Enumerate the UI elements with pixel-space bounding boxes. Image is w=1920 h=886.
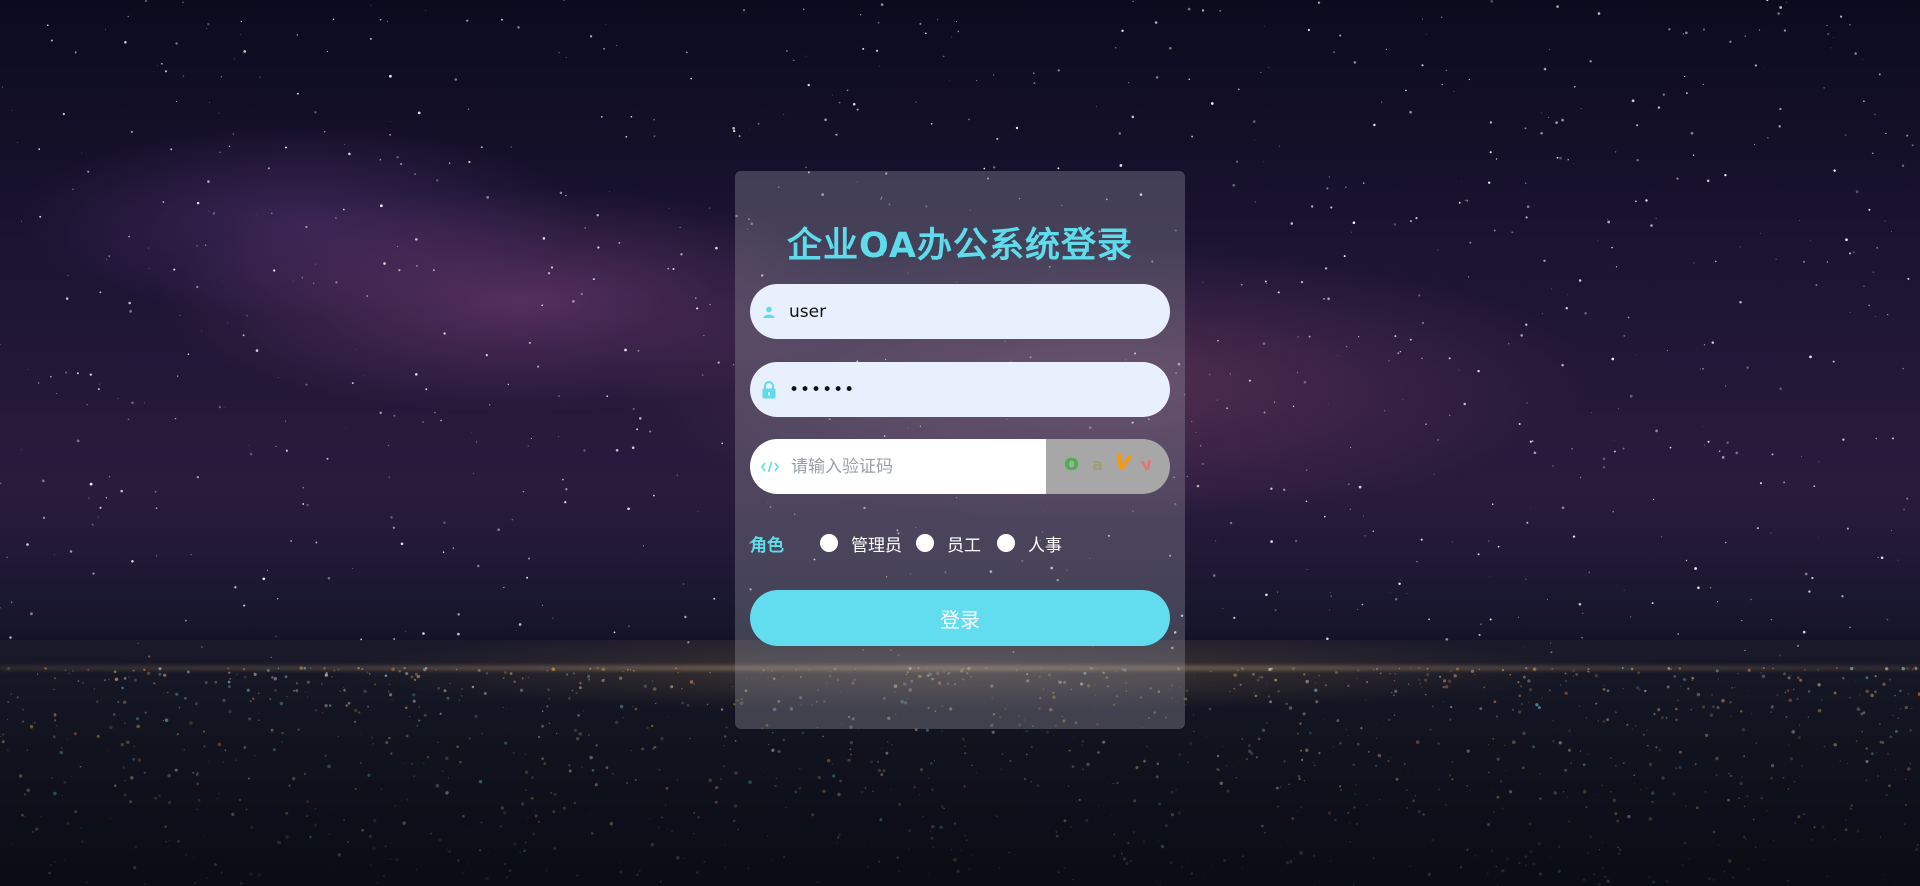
role-option-employee[interactable]: 员工 — [916, 531, 981, 556]
role-label: 角色 — [750, 535, 784, 556]
role-option-label: 员工 — [947, 535, 981, 556]
captcha-field[interactable] — [750, 439, 1046, 494]
captcha-row: o a V v — [750, 439, 1170, 494]
captcha-input[interactable] — [791, 456, 1031, 477]
captcha-image[interactable]: o a V v — [1046, 439, 1170, 494]
radio-button[interactable] — [916, 534, 934, 552]
captcha-char: o — [1064, 451, 1080, 476]
role-option-label: 人事 — [1028, 535, 1062, 556]
page-title: 企业OA办公系统登录 — [787, 226, 1133, 266]
user-icon — [761, 304, 777, 320]
role-option-hr[interactable]: 人事 — [997, 531, 1062, 556]
captcha-char: v — [1139, 454, 1154, 476]
radio-button[interactable] — [997, 534, 1015, 552]
role-selector: 角色 管理员 员工 人事 — [750, 528, 1170, 558]
lock-icon — [761, 380, 777, 398]
role-option-admin[interactable]: 管理员 — [820, 531, 902, 556]
login-button[interactable]: 登录 — [750, 590, 1170, 646]
radio-button[interactable] — [820, 534, 838, 552]
password-value[interactable]: •••••• — [789, 380, 855, 400]
captcha-char: a — [1092, 455, 1103, 474]
username-field[interactable]: user — [750, 284, 1170, 339]
username-value[interactable]: user — [789, 302, 826, 322]
captcha-char: V — [1112, 448, 1134, 476]
login-card: 企业OA办公系统登录 user •••••• 请输入验证码 o a V v 角色… — [735, 171, 1185, 729]
code-icon — [761, 461, 779, 473]
role-option-label: 管理员 — [851, 535, 902, 556]
password-field[interactable]: •••••• — [750, 362, 1170, 417]
